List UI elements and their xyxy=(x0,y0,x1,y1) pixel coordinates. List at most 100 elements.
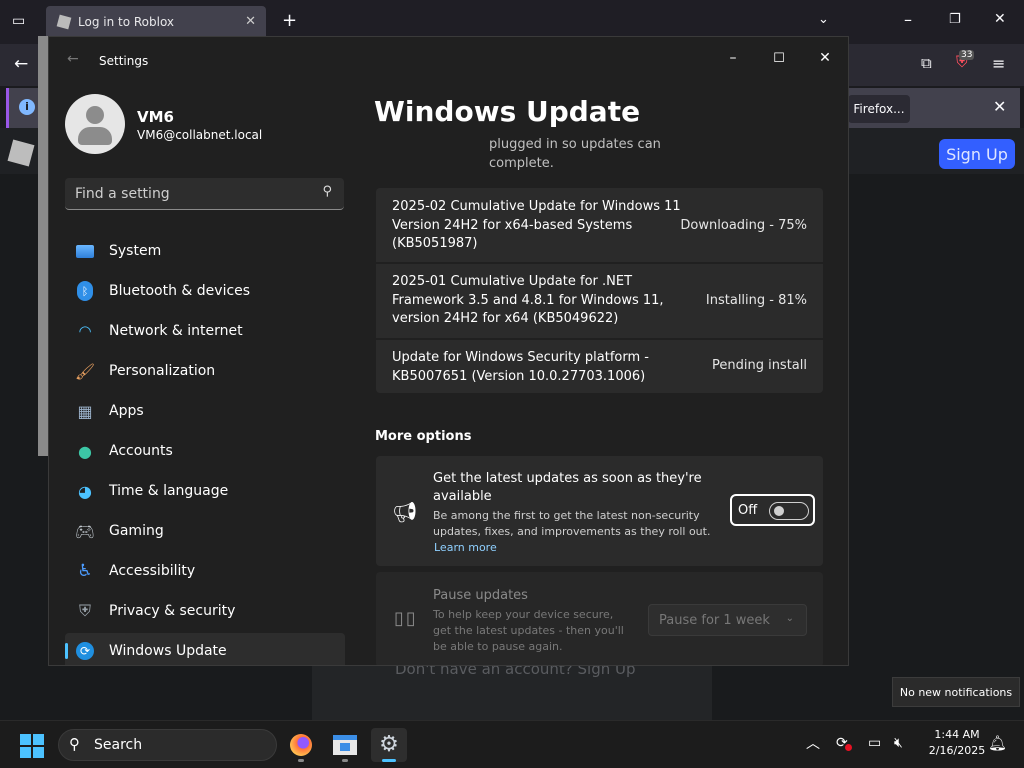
app-running-indicator xyxy=(298,759,304,762)
chevron-up-icon[interactable]: ︿ xyxy=(806,733,820,753)
profile-email: VM6@collabnet.local xyxy=(137,128,263,142)
sidebar-item-label: Gaming xyxy=(109,523,164,539)
settings-back-icon[interactable]: ← xyxy=(67,51,79,67)
sidebar-item-system[interactable]: System xyxy=(65,233,345,269)
update-row: 2025-01 Cumulative Update for .NET Frame… xyxy=(376,264,823,338)
signup-button[interactable]: Sign Up xyxy=(939,139,1015,169)
chevron-down-icon: ⌄ xyxy=(785,613,794,624)
sidebar-item-windows-update[interactable]: ⟳ Windows Update xyxy=(65,633,345,665)
sidebar-item-personalization[interactable]: 🖌︎ Personalization xyxy=(65,353,345,389)
window-app-icon xyxy=(333,735,357,755)
volume-muted-icon[interactable]: 🔇︎ xyxy=(894,735,903,751)
tab-list-chevron-icon[interactable]: ⌄ xyxy=(818,12,829,27)
gear-icon: ⚙ xyxy=(379,732,399,757)
search-input[interactable] xyxy=(75,184,305,204)
pause-updates-title: Pause updates xyxy=(433,588,528,603)
avatar-body xyxy=(78,127,112,145)
firefox-icon xyxy=(290,734,312,756)
sidebar-item-bluetooth-devices[interactable]: ᛒ Bluetooth & devices xyxy=(65,273,345,309)
browser-close-icon[interactable]: ✕ xyxy=(994,11,1006,27)
bell-icon[interactable]: 🔔︎ xyxy=(988,734,1007,752)
settings-maximize-icon[interactable]: ☐ xyxy=(756,43,802,73)
sidebar-item-label: Accessibility xyxy=(109,563,196,579)
update-name: 2025-02 Cumulative Update for Windows 11… xyxy=(392,199,681,251)
find-setting-box[interactable]: ⚲ xyxy=(65,178,344,210)
browser-restore-icon[interactable]: ❐ xyxy=(949,12,961,27)
toggle-label: Off xyxy=(738,503,758,518)
new-tab-icon[interactable]: + xyxy=(282,10,297,31)
sidebar-item-network-internet[interactable]: ◠ Network & internet xyxy=(65,313,345,349)
search-icon[interactable]: ⚲ xyxy=(322,184,332,199)
tab-close-icon[interactable]: ✕ xyxy=(245,14,256,29)
pause-select-value: Pause for 1 week xyxy=(659,612,770,628)
sidebar-item-privacy-security[interactable]: ⛨ Privacy & security xyxy=(65,593,345,629)
roblox-logo-icon[interactable] xyxy=(7,139,35,167)
taskbar: ⚲ Search ⚙ ︿ ⟳ ▭ 🔇︎ 1:44 AM 2/16/2025 🔔︎ xyxy=(0,720,1024,768)
person-icon: ● xyxy=(78,441,92,461)
pause-updates-card: ▯▯ Pause updates To help keep your devic… xyxy=(376,572,823,665)
bluetooth-icon: ᛒ xyxy=(75,281,95,301)
sidebar-item-accessibility[interactable]: ♿︎ Accessibility xyxy=(65,553,345,589)
latest-updates-toggle[interactable]: Off xyxy=(730,494,815,526)
latest-updates-card: 📢︎ Get the latest updates as soon as the… xyxy=(376,456,823,566)
sidebar-item-label: Apps xyxy=(109,403,144,419)
gamepad-icon: 🎮︎ xyxy=(74,521,96,541)
toggle-switch[interactable] xyxy=(769,502,809,520)
notification-close-icon[interactable]: ✕ xyxy=(993,97,1006,116)
latest-updates-description: Be among the first to get the latest non… xyxy=(433,509,711,538)
extensions-icon[interactable]: ⧉ xyxy=(921,54,932,72)
sidebar-item-label: Time & language xyxy=(109,483,229,499)
toggle-knob xyxy=(774,506,784,516)
avatar[interactable] xyxy=(65,94,125,154)
pause-updates-description: To help keep your device secure, get the… xyxy=(433,608,624,653)
pause-duration-select[interactable]: Pause for 1 week ⌄ xyxy=(648,604,807,636)
settings-close-icon[interactable]: ✕ xyxy=(802,43,848,73)
clock-date: 2/16/2025 xyxy=(928,744,986,757)
sidebar-item-apps[interactable]: ▦ Apps xyxy=(65,393,345,429)
firefox-button[interactable]: Firefox... xyxy=(848,95,910,123)
hamburger-menu-icon[interactable]: ≡ xyxy=(992,54,1005,73)
app-active-indicator xyxy=(382,759,396,762)
settings-window-title: Settings xyxy=(99,54,149,68)
sidebar-item-label: Windows Update xyxy=(109,643,227,659)
app-running-indicator xyxy=(342,759,348,762)
windows-start-icon[interactable] xyxy=(20,734,44,758)
settings-taskbar-app[interactable]: ⚙ xyxy=(371,728,407,762)
update-name: Update for Windows Security platform - K… xyxy=(392,350,649,384)
settings-window: ← Settings – ☐ ✕ VM6 VM6@collabnet.local… xyxy=(48,36,849,666)
roblox-favicon-icon xyxy=(56,14,72,30)
sidebar-item-gaming[interactable]: 🎮︎ Gaming xyxy=(65,513,345,549)
sidebar-item-label: Personalization xyxy=(109,363,216,379)
sidebar-item-label: Privacy & security xyxy=(109,603,236,619)
sidebar-item-label: Bluetooth & devices xyxy=(109,283,251,299)
clock[interactable]: 1:44 AM 2/16/2025 xyxy=(918,727,996,759)
notification-toast: No new notifications xyxy=(892,677,1020,707)
tab-overview-icon[interactable]: ▭ xyxy=(12,13,25,29)
browser-tab[interactable]: Log in to Roblox ✕ xyxy=(46,6,266,38)
learn-more-link[interactable]: Learn more xyxy=(434,541,497,554)
firefox-taskbar-app[interactable] xyxy=(283,728,319,762)
file-explorer-taskbar-app[interactable] xyxy=(327,728,363,762)
taskbar-search-label: Search xyxy=(94,737,143,753)
sidebar-item-accounts[interactable]: ● Accounts xyxy=(65,433,345,469)
settings-minimize-icon[interactable]: – xyxy=(710,43,756,73)
browser-minimize-icon[interactable]: – xyxy=(904,10,912,29)
update-tray-icon[interactable]: ⟳ xyxy=(836,735,852,751)
info-icon: i xyxy=(19,99,35,115)
update-icon: ⟳ xyxy=(75,641,95,661)
shield-icon: ⛨ xyxy=(78,601,91,620)
brush-icon: 🖌︎ xyxy=(74,361,96,381)
globe-clock-icon: ◕ xyxy=(78,481,92,501)
wifi-icon: ◠ xyxy=(78,322,92,340)
profile-name: VM6 xyxy=(137,108,174,126)
update-row: 2025-02 Cumulative Update for Windows 11… xyxy=(376,188,823,262)
browser-tab-title: Log in to Roblox xyxy=(78,15,175,29)
sidebar-item-time-language[interactable]: ◕ Time & language xyxy=(65,473,345,509)
update-status: Pending install xyxy=(711,358,807,373)
network-tray-icon[interactable]: ▭ xyxy=(868,735,881,751)
update-row: Update for Windows Security platform - K… xyxy=(376,340,823,393)
megaphone-icon: 📢︎ xyxy=(392,500,418,524)
taskbar-search[interactable]: ⚲ Search xyxy=(58,729,277,761)
back-arrow-icon[interactable]: ← xyxy=(14,54,28,74)
sidebar-item-label: Network & internet xyxy=(109,323,243,339)
